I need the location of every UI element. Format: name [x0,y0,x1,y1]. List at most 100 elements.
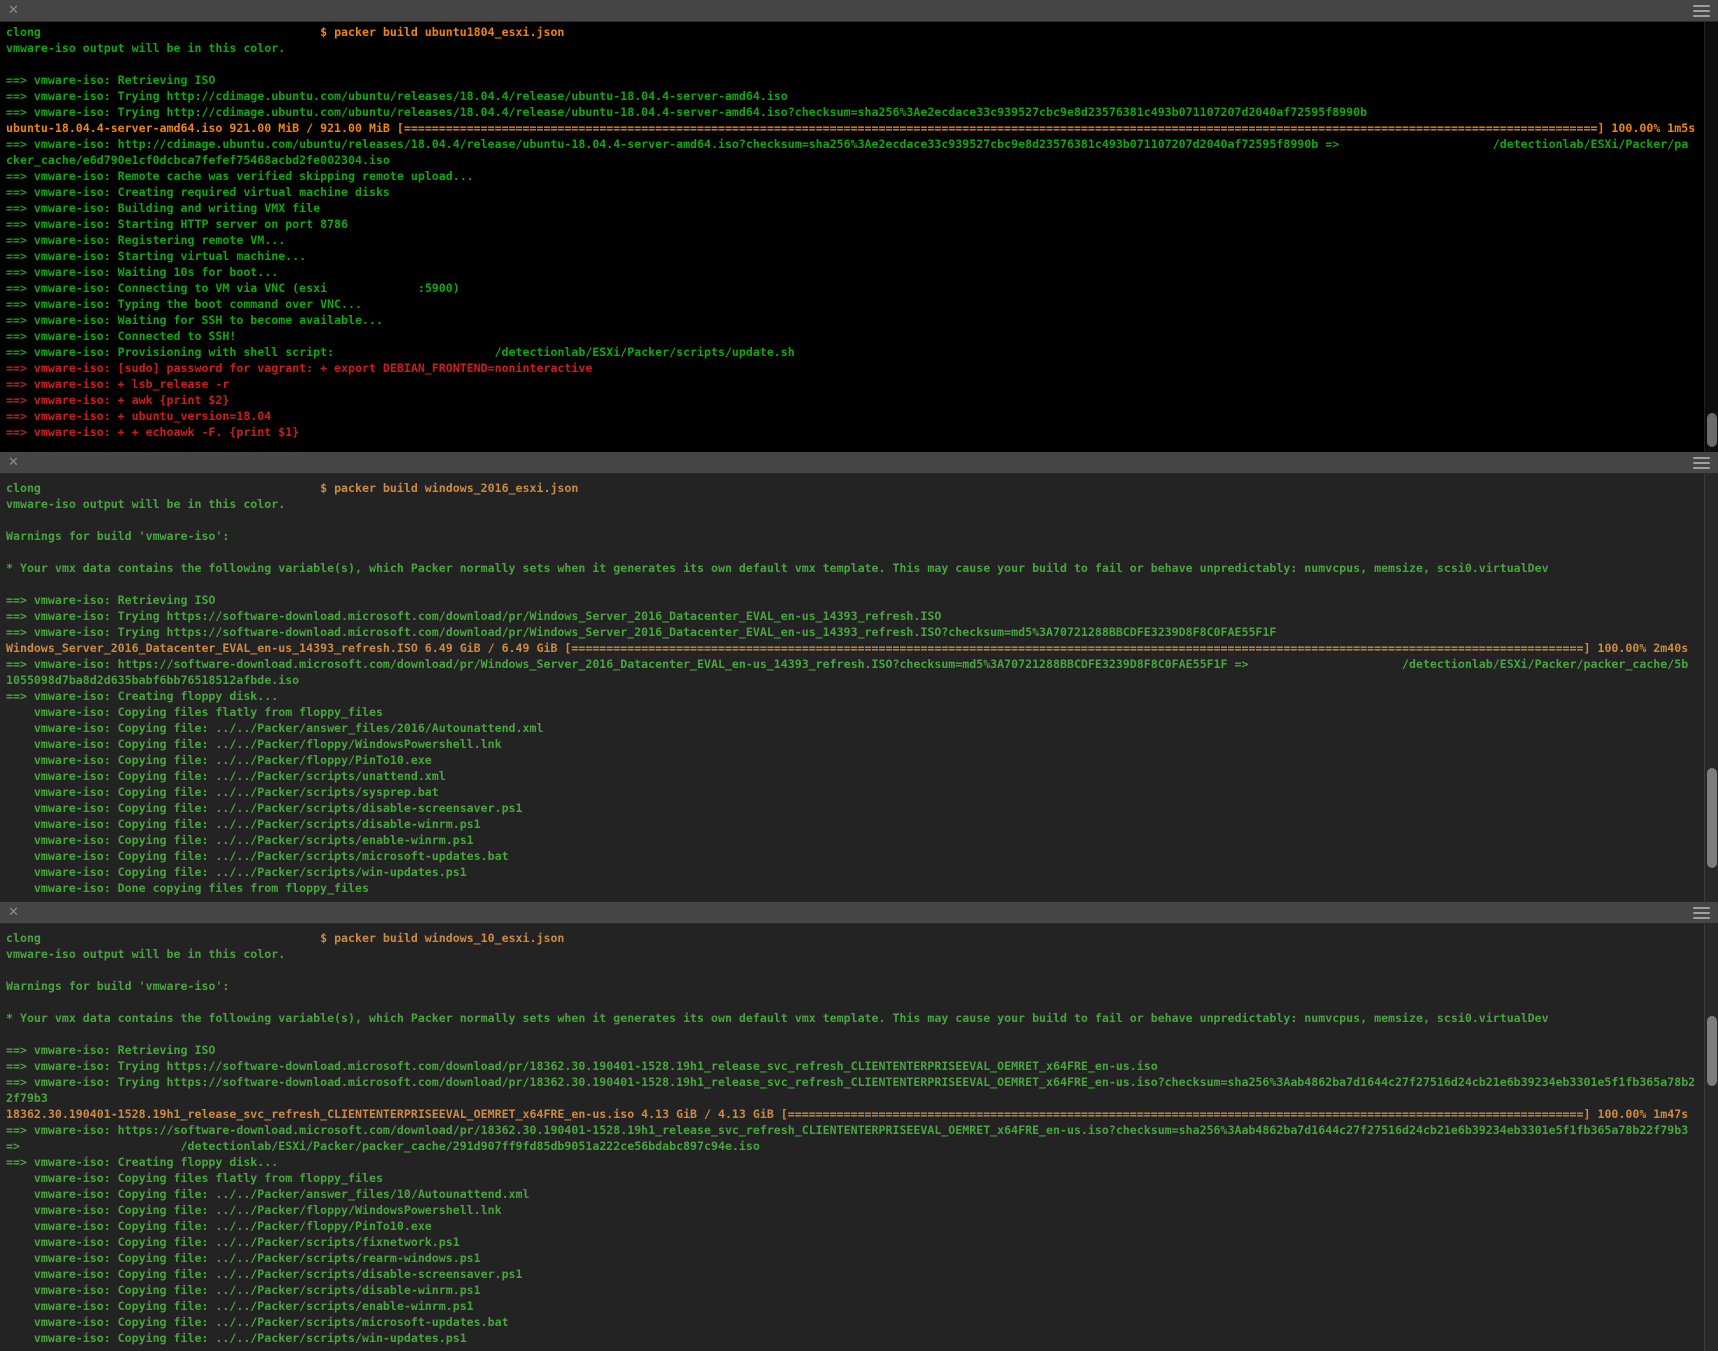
window-titlebar[interactable]: ✕ [0,0,1718,22]
terminal-line: ==> vmware-iso: Waiting for SSH to becom… [6,312,1718,328]
terminal-text-segment: vmware-iso: Copying files flatly from fl… [6,705,383,719]
terminal-text-segment: vmware-iso: Copying file: ../../Packer/s… [6,1267,523,1281]
terminal-text-segment: ==> vmware-iso: Creating floppy disk... [6,1155,278,1169]
terminal-text-segment: vmware-iso: Copying files flatly from fl… [6,1171,383,1185]
terminal-text-segment: ==> vmware-iso: Starting HTTP server on … [6,217,348,231]
terminal-text-segment: ==> vmware-iso: http://cdimage.ubuntu.co… [6,137,1339,151]
terminal-line: vmware-iso: Copying file: ../../Packer/s… [6,848,1718,864]
terminal-line: ==> vmware-iso: Creating floppy disk... [6,1154,1718,1170]
terminal-text-segment: vmware-iso: Copying file: ../../Packer/s… [6,849,509,863]
terminal-line: vmware-iso: Copying file: ../../Packer/a… [6,720,1718,736]
hamburger-menu-icon[interactable] [1693,455,1710,471]
terminal-line: ==> vmware-iso: Trying http://cdimage.ub… [6,88,1718,104]
terminal-line: ==> vmware-iso: + lsb_release -r [6,376,1718,392]
terminal-line [6,512,1718,528]
terminal-line: vmware-iso output will be in this color. [6,496,1718,512]
terminal-line: ==> vmware-iso: Starting virtual machine… [6,248,1718,264]
terminal-line: 1055098d7ba8d2d635babf6bb76518512afbde.i… [6,672,1718,688]
terminal-text-segment: /detectionlab/ESXi/Packer/packer_cache/2… [181,1139,760,1153]
window-titlebar[interactable]: ✕ [0,902,1718,924]
scrollbar-thumb[interactable] [1707,413,1717,447]
terminal-text-segment: * Your vmx data contains the following v… [6,1011,1549,1025]
terminal-text-segment: vmware-iso: Copying file: ../../Packer/s… [6,833,474,847]
window-titlebar[interactable]: ✕ [0,452,1718,474]
terminal-text-segment: clong [6,25,41,39]
terminal-text-segment [20,1139,181,1153]
terminal-line: 18362.30.190401-1528.19h1_release_svc_re… [6,1106,1718,1122]
close-icon[interactable]: ✕ [8,902,19,924]
terminal-text-segment: vmware-iso output will be in this color. [6,41,285,55]
terminal-text-segment: vmware-iso: Copying file: ../../Packer/s… [6,785,439,799]
close-icon[interactable]: ✕ [8,0,19,22]
terminal-text-segment: ========================================… [788,1107,1584,1121]
terminal-text-segment [41,931,320,945]
terminal-line: cker_cache/e6d790e1cf0dcbca7fefef75468ac… [6,152,1718,168]
hamburger-menu-icon[interactable] [1693,905,1710,921]
terminal-line [6,1026,1718,1042]
terminal-text-segment: ==> vmware-iso: Trying https://software-… [6,1059,1158,1073]
terminal-text-segment [327,281,418,295]
close-icon[interactable]: ✕ [8,452,19,474]
terminal-text-segment: vmware-iso: Copying file: ../../Packer/f… [6,753,432,767]
scrollbar-track[interactable] [1704,474,1718,902]
terminal-text-segment: $ packer build windows_2016_esxi.json [320,481,578,495]
terminal-line: ==> vmware-iso: + ubuntu_version=18.04 [6,408,1718,424]
terminal-line: ==> vmware-iso: Trying https://software-… [6,608,1718,624]
terminal-line: vmware-iso: Copying file: ../../Packer/s… [6,1266,1718,1282]
terminal-line: vmware-iso: Copying file: ../../Packer/f… [6,752,1718,768]
terminal-text-segment: /detectionlab/ESXi/Packer/pa [1493,137,1688,151]
terminal-line: vmware-iso: Copying file: ../../Packer/f… [6,1202,1718,1218]
terminal-output[interactable]: clong $ packer build windows_2016_esxi.j… [0,474,1718,902]
terminal-text-segment: ==> vmware-iso: Connected to SSH! [6,329,236,343]
terminal-line: ==> vmware-iso: Retrieving ISO [6,592,1718,608]
terminal-line: ==> vmware-iso: Trying https://software-… [6,1058,1718,1074]
terminal-text-segment: vmware-iso: Copying file: ../../Packer/a… [6,721,543,735]
terminal-line [6,56,1718,72]
terminal-text-segment: vmware-iso output will be in this color. [6,947,285,961]
terminal-text-segment [41,25,320,39]
scrollbar-track[interactable] [1704,22,1718,452]
terminal-text-segment: ==> vmware-iso: https://software-downloa… [6,1123,1688,1137]
terminal-line: vmware-iso: Copying file: ../../Packer/f… [6,1218,1718,1234]
terminal-text-segment: vmware-iso: Copying file: ../../Packer/f… [6,1203,502,1217]
terminal-line: 2f79b3 [6,1090,1718,1106]
terminal-text-segment: vmware-iso: Copying file: ../../Packer/s… [6,817,481,831]
terminal-text-segment: ==> vmware-iso: Retrieving ISO [6,593,215,607]
terminal-text-segment: $ packer build windows_10_esxi.json [320,931,564,945]
scrollbar-thumb[interactable] [1707,768,1717,868]
terminal-line: ==> vmware-iso: Trying https://software-… [6,1074,1718,1090]
terminal-output[interactable]: clong $ packer build windows_10_esxi.jso… [0,924,1718,1351]
terminal-output[interactable]: clong $ packer build ubuntu1804_esxi.jso… [0,22,1718,452]
scrollbar-track[interactable] [1704,924,1718,1351]
terminal-line: ==> vmware-iso: [sudo] password for vagr… [6,360,1718,376]
terminal-line: vmware-iso: Copying file: ../../Packer/s… [6,832,1718,848]
terminal-text-segment [1248,657,1402,671]
terminal-text-segment: Warnings for build 'vmware-iso': [6,979,229,993]
terminal-line: => /detectionlab/ESXi/Packer/packer_cach… [6,1138,1718,1154]
terminal-text-segment: => [6,1139,20,1153]
terminal-line: vmware-iso: Copying file: ../../Packer/s… [6,800,1718,816]
terminal-pane-ubuntu1804: ✕ clong $ packer build ubuntu1804_esxi.j… [0,0,1718,452]
terminal-line: ==> vmware-iso: + + echoawk -F. {print $… [6,424,1718,440]
terminal-text-segment: ==> vmware-iso: Trying https://software-… [6,625,1276,639]
terminal-text-segment: ==> vmware-iso: + ubuntu_version=18.04 [6,409,271,423]
terminal-text-segment: 1055098d7ba8d2d635babf6bb76518512afbde.i… [6,673,299,687]
terminal-text-segment: vmware-iso: Copying file: ../../Packer/s… [6,769,446,783]
terminal-text-segment: ========================================… [404,121,1598,135]
terminal-line: * Your vmx data contains the following v… [6,560,1718,576]
terminal-text-segment: ==> vmware-iso: Provisioning with shell … [6,345,334,359]
terminal-text-segment: ==> vmware-iso: Trying https://software-… [6,1075,1695,1089]
terminal-line: ==> vmware-iso: Waiting 10s for boot... [6,264,1718,280]
terminal-text-segment [41,481,320,495]
terminal-line: Windows_Server_2016_Datacenter_EVAL_en-u… [6,640,1718,656]
terminal-text-segment: ==> vmware-iso: Starting virtual machine… [6,249,306,263]
terminal-text-segment: /detectionlab/ESXi/Packer/packer_cache/5… [1402,657,1688,671]
hamburger-menu-icon[interactable] [1693,3,1710,19]
terminal-line: ==> vmware-iso: Connected to SSH! [6,328,1718,344]
terminal-text-segment: ==> vmware-iso: Connecting to VM via VNC… [6,281,327,295]
terminal-text-segment: ==> vmware-iso: + awk {print $2} [6,393,229,407]
terminal-text-segment: vmware-iso: Copying file: ../../Packer/s… [6,1283,481,1297]
terminal-line: ==> vmware-iso: http://cdimage.ubuntu.co… [6,136,1718,152]
scrollbar-thumb[interactable] [1707,1016,1717,1086]
terminal-line: clong $ packer build windows_10_esxi.jso… [6,930,1718,946]
